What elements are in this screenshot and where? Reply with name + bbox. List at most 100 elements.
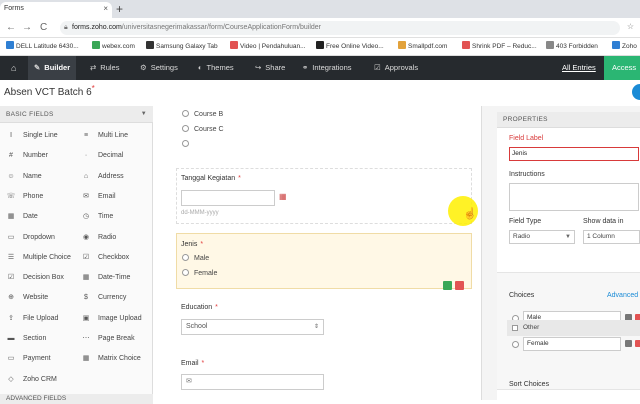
duplicate-field-button[interactable]: [443, 281, 452, 290]
bookmark-item[interactable]: Zoho: [612, 41, 637, 53]
bookmark-item[interactable]: webex.com: [92, 41, 135, 53]
back-icon[interactable]: ←: [6, 21, 16, 35]
field-type-phone[interactable]: ☏ Phone: [5, 187, 44, 207]
field-type-zoho-crm[interactable]: ◇ Zoho CRM: [5, 370, 57, 390]
field-type-select[interactable]: Radio ▼: [509, 230, 575, 244]
field-type-date-time[interactable]: ▦ Date-Time: [80, 268, 131, 288]
field-type-decision-box[interactable]: ☑ Decision Box: [5, 268, 64, 288]
choices-title: Choices: [509, 292, 535, 299]
remove-choice-button[interactable]: [635, 340, 640, 347]
bookmark-favicon-icon: [92, 41, 100, 49]
jenis-field-block[interactable]: [176, 233, 472, 289]
field-type-section[interactable]: ▬ Section: [5, 329, 47, 349]
integrations-icon: ⚭: [302, 63, 309, 72]
other-choice-row[interactable]: Other: [507, 320, 640, 336]
radio-option[interactable]: Course B: [182, 110, 223, 120]
reload-icon[interactable]: C: [40, 21, 47, 35]
bookmark-item[interactable]: DELL Latitude 6430...: [6, 41, 79, 53]
delete-field-button[interactable]: [455, 281, 464, 290]
browser-tab-bar: Forms × +: [0, 0, 640, 18]
address-bar-row: ← → C 🔒︎ forms.zoho.com/universitasneger…: [0, 18, 640, 38]
checkbox-icon[interactable]: [512, 325, 518, 331]
field-type-website[interactable]: ⊕ Website: [5, 288, 48, 308]
zoho-crm-icon: ◇: [8, 375, 14, 383]
bookmark-item[interactable]: Smallpdf.com: [398, 41, 447, 53]
show-data-select[interactable]: 1 Column: [583, 230, 640, 244]
radio-option[interactable]: [182, 140, 194, 150]
all-entries-link[interactable]: All Entries: [562, 56, 596, 80]
field-type-dropdown[interactable]: ▭ Dropdown: [5, 228, 55, 248]
field-type-multi-line[interactable]: ≡ Multi Line: [80, 126, 128, 146]
date-input[interactable]: [181, 190, 275, 206]
basic-fields-header[interactable]: BASIC FIELDS ▼: [0, 106, 153, 123]
radio-option-female[interactable]: Female: [182, 269, 217, 279]
education-select[interactable]: School ⇕: [181, 319, 324, 335]
tab-builder[interactable]: ✎ Builder: [28, 56, 77, 80]
field-type-time[interactable]: ◷ Time: [80, 207, 113, 227]
add-choice-button[interactable]: [625, 340, 632, 347]
field-type-date[interactable]: ▦ Date: [5, 207, 38, 227]
bookmark-star-icon[interactable]: ☆: [627, 22, 634, 31]
close-tab-icon[interactable]: ×: [103, 2, 108, 16]
bookmark-item[interactable]: Samsung Galaxy Tab: [146, 41, 218, 53]
home-icon[interactable]: ⌂: [11, 56, 16, 80]
bookmark-item[interactable]: Shrink PDF – Reduc...: [462, 41, 537, 53]
tab-settings[interactable]: ⚙ Settings: [140, 56, 178, 80]
field-type-file-upload[interactable]: ⇪ File Upload: [5, 309, 58, 329]
app-toolbar: ⌂ ✎ Builder ⇄ Rules ⚙ Settings ◐ Themes ↪ Sha…: [0, 56, 640, 96]
tab-themes[interactable]: ◐ Themes: [198, 56, 234, 80]
field-type-currency[interactable]: $ Currency: [80, 288, 126, 308]
bookmark-favicon-icon: [546, 41, 554, 49]
access-form-button[interactable]: Access F: [604, 56, 640, 96]
tab-rules[interactable]: ⇄ Rules: [90, 56, 119, 80]
advanced-fields-header[interactable]: ADVANCED FIELDS: [0, 394, 153, 404]
url-input[interactable]: 🔒︎ forms.zoho.com/universitasnegerimakas…: [60, 21, 620, 35]
field-type-single-line[interactable]: Ⅰ Single Line: [5, 126, 58, 146]
radio-option-male[interactable]: Male: [182, 254, 209, 264]
field-label-input[interactable]: Jenis: [509, 147, 639, 161]
field-type-label: Number: [23, 152, 48, 160]
field-type-label: Checkbox: [98, 253, 130, 261]
name-icon: ☺: [7, 172, 15, 180]
field-type-number[interactable]: # Number: [5, 146, 48, 166]
browser-tab[interactable]: Forms ×: [0, 2, 112, 18]
field-type-label: Name: [23, 172, 42, 180]
field-type-page-break[interactable]: ⋯ Page Break: [80, 329, 135, 349]
radio-circle-icon: [182, 254, 189, 261]
field-type-label: Radio: [98, 233, 117, 241]
advanced-choices-link[interactable]: Advanced: [607, 291, 638, 301]
help-button[interactable]: [632, 84, 640, 100]
field-type-matrix-choice[interactable]: ▦ Matrix Choice: [80, 349, 141, 369]
email-icon: ✉: [83, 192, 89, 200]
email-input[interactable]: ✉: [181, 374, 324, 390]
field-type-multiple-choice[interactable]: ☰ Multiple Choice: [5, 248, 71, 268]
field-type-image-upload[interactable]: ▣ Image Upload: [80, 309, 142, 329]
form-title[interactable]: Absen VCT Batch 6*: [4, 84, 95, 98]
field-type-checkbox[interactable]: ☑ Checkbox: [80, 248, 129, 268]
collapse-caret-icon[interactable]: ▼: [141, 106, 147, 123]
new-tab-button[interactable]: +: [116, 2, 123, 16]
field-type-payment[interactable]: ▭ Payment: [5, 349, 51, 369]
field-type-email[interactable]: ✉ Email: [80, 187, 116, 207]
radio-option[interactable]: Course C: [182, 125, 224, 135]
choice-input[interactable]: Female: [523, 337, 621, 351]
field-type-label: Email: [98, 192, 116, 200]
field-type-label: Dropdown: [23, 233, 55, 241]
radio-circle-icon: [182, 140, 189, 147]
field-type-address[interactable]: ⌂ Address: [80, 167, 124, 187]
bookmark-item[interactable]: Video | Pendahuluan...: [230, 41, 306, 53]
bookmark-item[interactable]: Free Online Video...: [316, 41, 384, 53]
tab-approvals[interactable]: ☑ Approvals: [374, 56, 418, 80]
field-type-name[interactable]: ☺ Name: [5, 167, 42, 187]
field-type-label: Date-Time: [98, 274, 131, 282]
forward-icon[interactable]: →: [22, 21, 32, 35]
field-type-decimal[interactable]: · Decimal: [80, 146, 123, 166]
calendar-icon[interactable]: ▦: [279, 192, 287, 201]
tab-integrations[interactable]: ⚭ Integrations: [302, 56, 352, 80]
instructions-textarea[interactable]: [509, 183, 639, 211]
tab-share[interactable]: ↪ Share: [255, 56, 285, 80]
field-type-label: Zoho CRM: [23, 375, 57, 383]
bookmark-item[interactable]: 403 Forbidden: [546, 41, 598, 53]
field-type-radio[interactable]: ◉ Radio: [80, 228, 116, 248]
properties-body: Field Label Jenis Instructions Field Typ…: [497, 128, 640, 400]
